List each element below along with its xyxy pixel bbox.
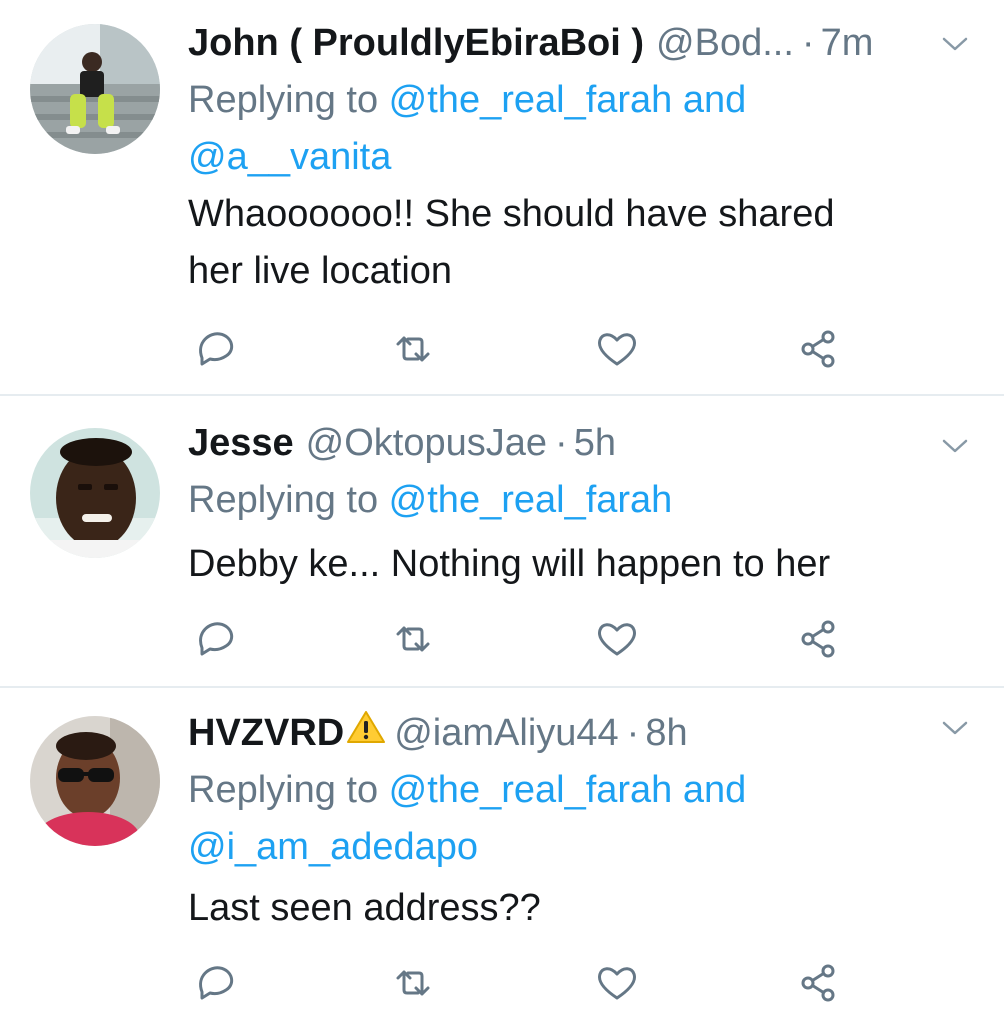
mention-link[interactable]: @the_real_farah (389, 79, 673, 121)
tweet-actions (188, 958, 848, 1008)
user-handle[interactable]: @OktopusJae (306, 414, 547, 472)
like-icon[interactable] (592, 614, 642, 664)
reply-icon[interactable] (190, 324, 240, 374)
tweet-text-line: Debby ke... Nothing will happen to her (188, 543, 831, 585)
tweet-header: Jesse @OktopusJae · 5h (188, 414, 984, 472)
tweet-text: Last seen address?? (188, 880, 984, 937)
like-icon[interactable] (592, 324, 642, 374)
share-icon[interactable] (794, 614, 844, 664)
replying-joiner: and (672, 79, 747, 121)
replying-to-label: Replying to (188, 769, 389, 811)
replying-joiner: and (672, 769, 747, 811)
tweet-item[interactable]: HVZVRD @iamAliyu44 · 8h Replying to @the… (0, 688, 1004, 1024)
retweet-icon[interactable] (388, 324, 438, 374)
replying-to-label: Replying to (188, 79, 389, 121)
separator-dot: · (801, 22, 815, 64)
tweet-timestamp[interactable]: 7m (821, 14, 874, 72)
avatar[interactable] (30, 24, 160, 154)
replying-to-label: Replying to (188, 479, 389, 521)
tweet-item[interactable]: Jesse @OktopusJae · 5h Replying to @the_… (0, 396, 1004, 688)
tweet-text: Debby ke... Nothing will happen to her (188, 536, 984, 593)
replying-to: Replying to @the_real_farah and @a__vani… (188, 72, 984, 186)
tweet-header: John ( ProuldlyEbiraBoi ) @Bod... · 7m (188, 14, 984, 72)
avatar[interactable] (30, 428, 160, 558)
tweet-actions (188, 614, 848, 664)
retweet-icon[interactable] (388, 614, 438, 664)
mention-link[interactable]: @i_am_adedapo (188, 826, 478, 868)
like-icon[interactable] (592, 958, 642, 1008)
separator-dot: · (555, 422, 568, 464)
separator-dot: · (626, 712, 640, 754)
tweet-item[interactable]: John ( ProuldlyEbiraBoi ) @Bod... · 7m R… (0, 0, 1004, 396)
retweet-icon[interactable] (388, 958, 438, 1008)
mention-link[interactable]: @a__vanita (188, 136, 391, 178)
chevron-down-icon[interactable] (940, 436, 970, 456)
warning-icon (346, 704, 386, 762)
share-icon[interactable] (794, 958, 844, 1008)
tweet-actions (188, 324, 848, 374)
share-icon[interactable] (794, 324, 844, 374)
tweet-text-line: her live location (188, 250, 453, 292)
reply-icon[interactable] (190, 958, 240, 1008)
mention-link[interactable]: @the_real_farah (389, 769, 673, 811)
tweet-timestamp[interactable]: 5h (574, 414, 616, 472)
user-display-name[interactable]: John ( ProuldlyEbiraBoi ) (188, 14, 644, 72)
chevron-down-icon[interactable] (940, 718, 970, 738)
tweet-text: Whaoooooo!! She should have shared her l… (188, 186, 984, 300)
user-handle[interactable]: @iamAliyu44 (394, 704, 618, 762)
user-display-name[interactable]: Jesse (188, 414, 294, 472)
reply-icon[interactable] (190, 614, 240, 664)
chevron-down-icon[interactable] (940, 34, 970, 54)
mention-link[interactable]: @the_real_farah (389, 479, 673, 521)
tweet-text-line: Last seen address?? (188, 887, 541, 929)
user-display-name[interactable]: HVZVRD (188, 704, 344, 762)
replying-to: Replying to @the_real_farah and @i_am_ad… (188, 762, 984, 876)
tweet-header: HVZVRD @iamAliyu44 · 8h (188, 704, 984, 762)
avatar[interactable] (30, 716, 160, 846)
tweet-text-line: Whaoooooo!! She should have shared (188, 193, 835, 235)
replying-to: Replying to @the_real_farah (188, 472, 984, 529)
tweet-timestamp[interactable]: 8h (645, 704, 687, 762)
user-handle[interactable]: @Bod... (656, 14, 794, 72)
